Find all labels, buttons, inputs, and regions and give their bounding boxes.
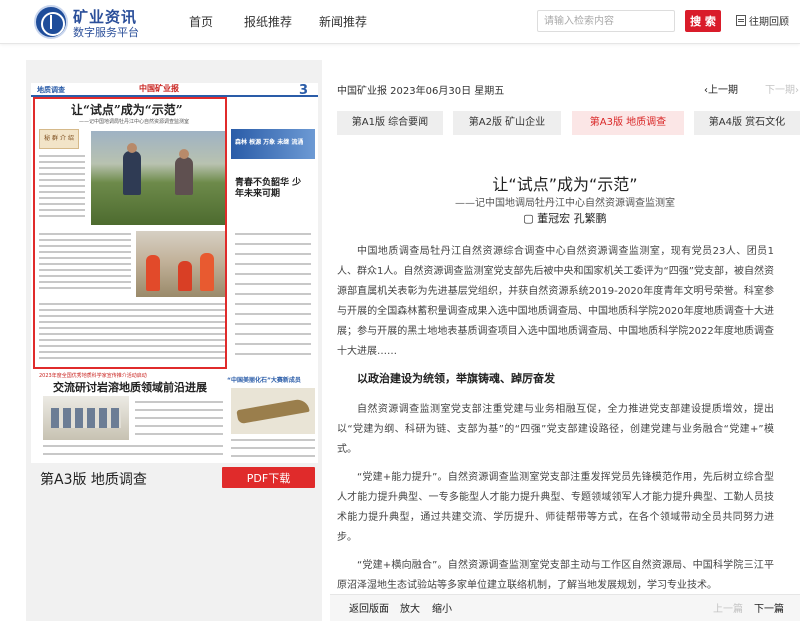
side-article-title: 青春不负韶华 少年未来可期 <box>235 178 302 199</box>
article-section-heading: 以政治建设为统领，举旗铸魂、踔厉奋发 <box>357 372 555 385</box>
prev-article-button[interactable]: 上一篇 <box>713 600 743 615</box>
brand-subtitle: 数字服务平台 <box>73 26 139 39</box>
side-banner-text: 森林 根源 万象 未继 流涌 <box>235 139 304 146</box>
text-line <box>235 233 311 235</box>
audience-rows <box>51 408 121 428</box>
article-title: 让“试点”成为“示范” <box>492 175 638 194</box>
next-issue-label: 下一期 <box>765 85 795 96</box>
reader-toolbar: 返回版面 放大 缩小 上一篇 下一篇 <box>330 594 800 621</box>
text-line <box>135 401 223 403</box>
article-paragraph: 中国地质调查局牡丹江自然资源综合调查中心自然资源调查监测室，现有党员23人、团员… <box>337 246 774 357</box>
conference-photo <box>43 396 129 440</box>
text-line <box>43 453 223 455</box>
text-line <box>235 283 311 285</box>
tab-a4[interactable]: 第A4版 赏石文化 <box>694 111 800 135</box>
selected-article-highlight[interactable] <box>33 97 227 369</box>
archive-icon <box>736 15 746 26</box>
text-line <box>235 323 311 325</box>
search-input[interactable] <box>537 10 675 32</box>
search-button[interactable]: 搜 索 <box>685 10 721 32</box>
chevron-right-icon: › <box>795 85 799 96</box>
text-line <box>235 353 311 355</box>
side-banner-photo: 森林 根源 万象 未继 流涌 <box>231 129 315 159</box>
article-paragraph: 自然资源调查监测室党支部注重党建与业务相融互促，全力推进党支部建设提质增效，提出… <box>337 404 774 455</box>
tab-a1[interactable]: 第A1版 综合要闻 <box>337 111 443 135</box>
text-line <box>231 455 315 457</box>
article-author: ▢ 董冠宏 孔繁鹏 <box>523 212 607 225</box>
text-line <box>235 293 311 295</box>
nav-home[interactable]: 首页 <box>189 13 213 30</box>
text-line <box>135 409 223 411</box>
text-line <box>43 445 223 447</box>
nav-news-recommend[interactable]: 新闻推荐 <box>319 13 367 30</box>
archive-link[interactable]: 往期回顾 <box>736 13 789 28</box>
archive-label: 往期回顾 <box>749 17 789 28</box>
text-line <box>135 425 223 427</box>
paper-headline-2-side[interactable]: “中国美丽化石”大赛新成员 <box>227 375 301 384</box>
logo-emblem-icon[interactable] <box>34 5 68 39</box>
prev-issue-label: 上一期 <box>708 85 738 96</box>
zoom-in-button[interactable]: 放大 <box>400 600 420 615</box>
text-line <box>235 273 311 275</box>
fossil-photo <box>231 388 315 434</box>
text-line <box>231 439 315 441</box>
text-line <box>135 433 223 435</box>
next-article-button[interactable]: 下一篇 <box>754 600 784 615</box>
paper-headline-2[interactable]: 交流研讨岩溶地质领域前沿进展 <box>53 379 207 395</box>
back-to-page-button[interactable]: 返回版面 <box>349 600 389 615</box>
next-issue-link[interactable]: 下一期› <box>765 81 799 96</box>
prev-issue-link[interactable]: ‹上一期 <box>704 81 738 96</box>
article-paragraph: “党建+能力提升”。自然资源调查监测室党支部注重发挥党员先锋模范作用，先后树立综… <box>337 472 774 543</box>
pdf-download-button[interactable]: PDF下载 <box>222 467 315 488</box>
article-paragraph: “党建+横向融合”。自然资源调查监测室党支部主动与工作区自然资源局、中国科学院三… <box>337 560 774 591</box>
zoom-out-button[interactable]: 缩小 <box>432 600 452 615</box>
article-subtitle: ——记中国地调局牡丹江中心自然资源调查监测室 <box>455 198 675 209</box>
issue-date: 中国矿业报 2023年06月30日 星期五 <box>337 86 505 97</box>
text-line <box>135 417 223 419</box>
text-line <box>235 313 311 315</box>
tab-a2[interactable]: 第A2版 矿山企业 <box>453 111 561 135</box>
top-header: 矿业资讯 数字服务平台 首页 报纸推荐 新闻推荐 搜 索 往期回顾 <box>0 0 800 44</box>
paper-section-tag: 地质调查 <box>37 86 65 94</box>
newspaper-page-image[interactable]: 地质调查 中国矿业报 3 让“试点”成为“示范” ——记中国地调局牡丹江中心自然… <box>31 83 318 463</box>
text-line <box>231 447 315 449</box>
text-line <box>235 263 311 265</box>
text-line <box>235 343 311 345</box>
text-line <box>235 243 311 245</box>
fossil-shape <box>236 397 310 425</box>
text-line <box>235 333 311 335</box>
text-line <box>235 253 311 255</box>
text-line <box>235 303 311 305</box>
nav-newspaper-recommend[interactable]: 报纸推荐 <box>244 13 292 30</box>
paper-masthead: 中国矿业报 <box>139 83 179 93</box>
tab-a3[interactable]: 第A3版 地质调查 <box>572 111 684 135</box>
page-label: 第A3版 地质调查 <box>40 472 147 488</box>
